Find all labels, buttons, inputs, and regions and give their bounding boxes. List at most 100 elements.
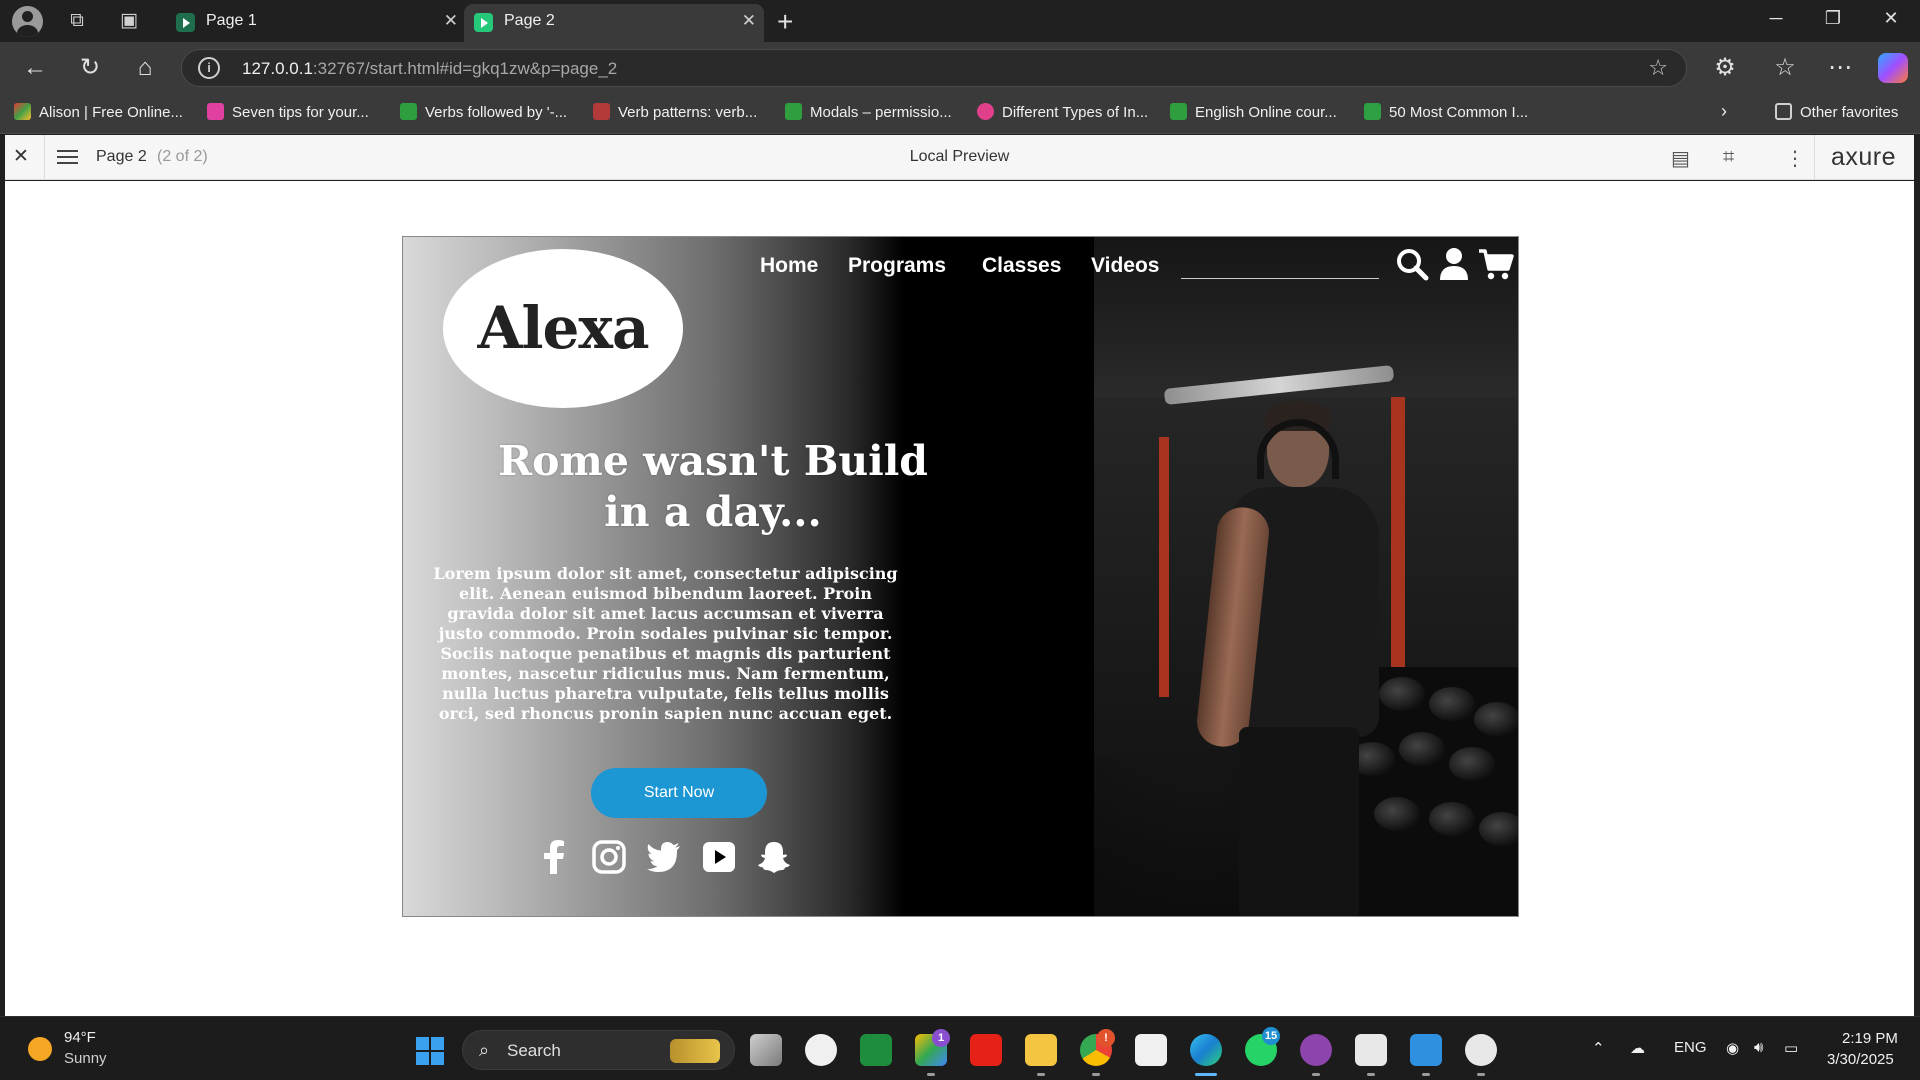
more-options-icon[interactable]: ⋮ [1785, 146, 1805, 171]
address-toolbar: ← ↻ ⌂ i 127.0.0.1:32767/start.html#id=gk… [0, 42, 1920, 93]
home-button[interactable]: ⌂ [130, 53, 160, 83]
bookmark-item[interactable]: 50 Most Common I... [1364, 103, 1528, 121]
weather-sun-icon[interactable] [28, 1037, 52, 1061]
vertical-tabs-icon[interactable]: ▣ [116, 9, 142, 33]
tab-page-1[interactable]: Page 1 ✕ [166, 4, 466, 42]
running-indicator [1477, 1073, 1485, 1076]
favorite-star-icon[interactable]: ☆ [1648, 55, 1668, 81]
onedrive-icon[interactable]: ☁ [1630, 1039, 1645, 1057]
axure-favicon-icon [474, 13, 493, 32]
headline-line-2: in a day... [604, 488, 822, 536]
bookmark-favicon-icon [593, 103, 610, 120]
refresh-button[interactable]: ↻ [75, 53, 105, 83]
copilot-icon[interactable] [1878, 53, 1908, 83]
bookmarks-overflow-chevron-icon[interactable]: › [1721, 101, 1727, 122]
bookmark-item[interactable]: Verb patterns: verb... [593, 103, 757, 121]
bookmark-item[interactable]: English Online cour... [1170, 103, 1337, 121]
settings-app-icon[interactable] [1465, 1034, 1497, 1066]
volume-icon[interactable]: 🔊︎ [1754, 1039, 1763, 1056]
google-classroom-icon[interactable] [860, 1034, 892, 1066]
file-explorer-icon[interactable] [1025, 1034, 1057, 1066]
running-indicator [1422, 1073, 1430, 1076]
more-menu-icon[interactable]: ⋯ [1825, 53, 1855, 83]
notes-icon[interactable]: ▤ [1671, 146, 1690, 171]
inspect-icon[interactable]: ⌗ [1723, 146, 1734, 169]
running-indicator [1312, 1073, 1320, 1076]
edge-icon[interactable] [1190, 1034, 1222, 1066]
bookmark-favicon-icon [207, 103, 224, 120]
site-info-icon[interactable]: i [198, 57, 220, 79]
weather-description[interactable]: Sunny [64, 1050, 107, 1067]
headline-line-1: Rome wasn't Build [498, 437, 928, 485]
tab-title: Page 2 [504, 12, 555, 29]
bookmark-item[interactable]: Verbs followed by '-... [400, 103, 567, 121]
back-button[interactable]: ← [20, 53, 50, 83]
tab-close-icon[interactable]: ✕ [444, 11, 458, 31]
extensions-icon[interactable]: ⚙ [1710, 53, 1740, 83]
workspaces-icon[interactable]: ⧉ [64, 9, 90, 33]
preview-title: Local Preview [909, 148, 1010, 165]
bookmark-favicon-icon [977, 103, 994, 120]
dumbbell [1429, 802, 1475, 836]
tray-overflow-chevron-icon[interactable]: ⌃ [1592, 1039, 1605, 1057]
other-favorites-folder[interactable]: Other favorites [1775, 103, 1898, 121]
facebook-icon[interactable] [537, 840, 571, 874]
dumbbell [1479, 812, 1518, 846]
bookmarks-bar: Alison | Free Online... Seven tips for y… [0, 93, 1920, 134]
address-bar[interactable]: i 127.0.0.1:32767/start.html#id=gkq1zw&p… [181, 49, 1687, 87]
hero-body-text: Lorem ipsum dolor sit amet, consectetur … [433, 564, 898, 723]
nav-classes[interactable]: Classes [982, 254, 1061, 278]
battery-icon[interactable]: ▭ [1784, 1039, 1798, 1057]
snapchat-icon[interactable] [757, 840, 791, 874]
github-icon[interactable] [805, 1034, 837, 1066]
tab-close-icon[interactable]: ✕ [742, 11, 756, 31]
instagram-icon[interactable] [592, 840, 626, 874]
taskbar-search[interactable]: ⌕ Search [462, 1030, 735, 1070]
drive-badge: 1 [932, 1029, 950, 1047]
profile-avatar-icon[interactable] [12, 6, 43, 37]
site-logo[interactable]: Alexa [443, 249, 683, 408]
wifi-icon[interactable]: ◉ [1726, 1039, 1739, 1057]
bookmark-item[interactable]: Modals – permissio... [785, 103, 952, 121]
clock-time[interactable]: 2:19 PM [1842, 1030, 1898, 1047]
youtube-app-icon[interactable] [970, 1034, 1002, 1066]
windows-start-icon[interactable] [416, 1037, 444, 1065]
folder-icon [1775, 103, 1792, 120]
running-indicator [1037, 1073, 1045, 1076]
bookmark-item[interactable]: Alison | Free Online... [14, 103, 183, 121]
favorites-icon[interactable]: ☆ [1770, 53, 1800, 83]
restore-button[interactable]: ❐ [1813, 8, 1853, 29]
language-indicator[interactable]: ENG [1674, 1039, 1707, 1056]
close-window-button[interactable]: ✕ [1871, 8, 1911, 29]
vscode-icon[interactable] [1410, 1034, 1442, 1066]
clock-date[interactable]: 3/30/2025 [1827, 1051, 1894, 1068]
new-tab-button[interactable]: + [777, 6, 793, 38]
minimize-button[interactable]: ─ [1756, 8, 1796, 29]
axure-preview-toolbar: ✕ Page 2 (2 of 2) Local Preview ▤ ⌗ ⋮ ax… [5, 135, 1914, 180]
preview-viewport: Alexa Home Programs Classes Videos Rome … [5, 181, 1914, 1017]
user-icon[interactable] [1438, 247, 1470, 281]
twitter-icon[interactable] [647, 840, 681, 874]
start-now-button[interactable]: Start Now [591, 768, 767, 818]
github-desktop-icon[interactable] [1300, 1034, 1332, 1066]
cart-icon[interactable] [1478, 247, 1514, 281]
search-icon[interactable] [1395, 247, 1429, 281]
athlete-legs [1239, 727, 1359, 916]
excel-icon[interactable] [1355, 1034, 1387, 1066]
bookmark-item[interactable]: Seven tips for your... [207, 103, 369, 121]
search-input[interactable] [1181, 278, 1379, 279]
axure-favicon-icon [176, 13, 195, 32]
task-view-icon[interactable] [750, 1034, 782, 1066]
dumbbell [1399, 732, 1445, 766]
bookmark-item[interactable]: Different Types of In... [977, 103, 1148, 121]
divider [1814, 135, 1815, 180]
tab-page-2[interactable]: Page 2 ✕ [464, 4, 764, 42]
nav-home[interactable]: Home [760, 254, 818, 278]
nav-programs[interactable]: Programs [848, 254, 946, 278]
weather-temperature[interactable]: 94°F [64, 1029, 96, 1046]
youtube-icon[interactable] [702, 840, 736, 874]
url-text[interactable]: 127.0.0.1:32767/start.html#id=gkq1zw&p=p… [242, 59, 617, 79]
nav-videos[interactable]: Videos [1091, 254, 1159, 278]
app-icon[interactable] [1135, 1034, 1167, 1066]
bookmark-favicon-icon [400, 103, 417, 120]
